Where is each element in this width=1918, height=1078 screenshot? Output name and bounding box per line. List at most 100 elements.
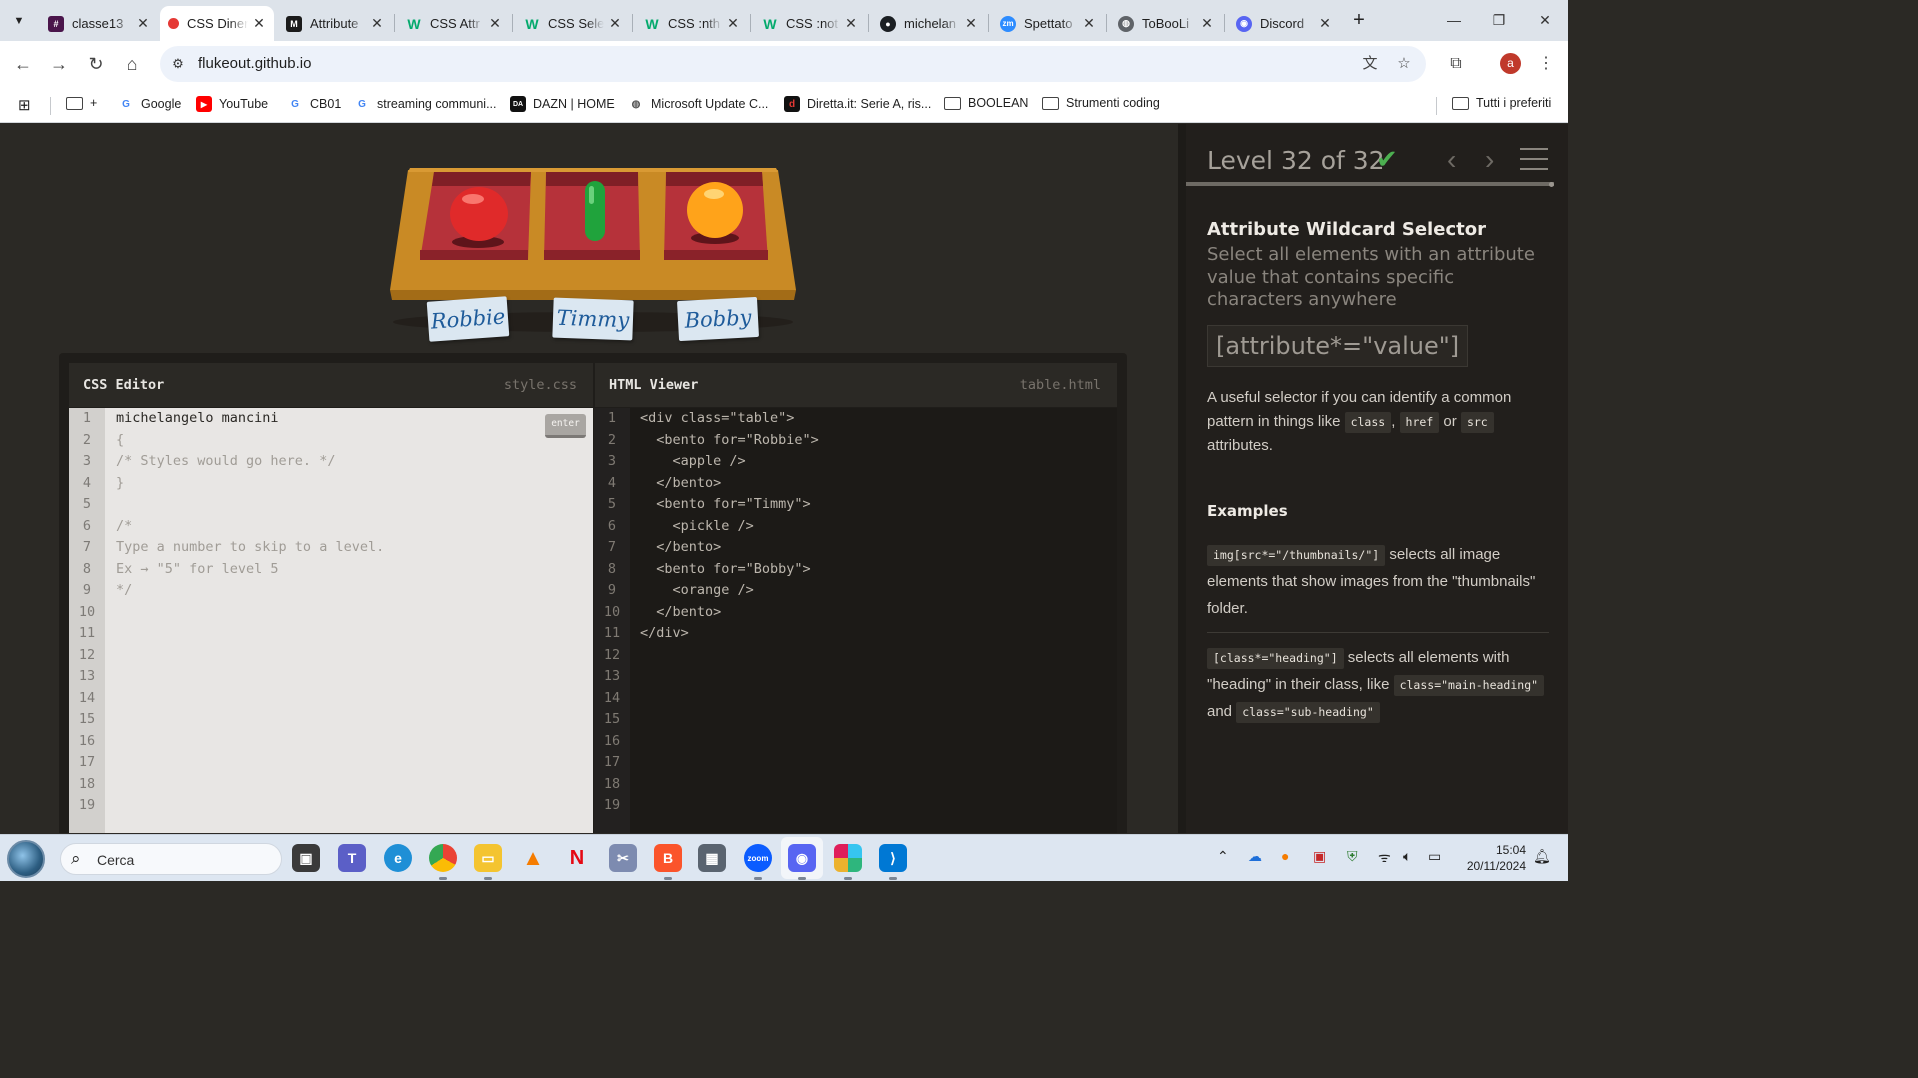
html-code-line[interactable]: <bento for="Bobby"> [640, 559, 819, 581]
html-code-line[interactable]: </bento> [640, 473, 819, 495]
bookmark-strumenti-coding[interactable]: Strumenti coding [1042, 96, 1160, 110]
teams-icon[interactable]: T [338, 844, 366, 872]
bookmark-youtube[interactable]: ▶ YouTube [196, 96, 268, 112]
bookmark-star-icon[interactable]: ☆ [1394, 54, 1414, 74]
html-code-line[interactable]: <orange /> [640, 580, 819, 602]
close-icon[interactable]: ✕ [608, 15, 622, 32]
security-icon[interactable]: ⛨ [1347, 848, 1358, 865]
edge-icon[interactable]: e [384, 844, 412, 872]
netflix-icon[interactable]: N [563, 844, 591, 872]
html-code-line[interactable]: <bento for="Robbie"> [640, 430, 819, 452]
brave-icon[interactable]: B [654, 844, 682, 880]
tab-search-button[interactable]: ▼ [6, 8, 32, 34]
html-code-line[interactable]: </div> [640, 623, 819, 645]
tab-attribute[interactable]: M Attribute ✕ [278, 6, 392, 41]
notifications-icon[interactable]: 🔔︎ [1533, 848, 1551, 865]
minimize-button[interactable]: — [1431, 6, 1477, 34]
bookmark-google[interactable]: G Google [118, 96, 181, 112]
close-icon[interactable]: ✕ [488, 15, 502, 32]
close-icon[interactable]: ✕ [844, 15, 858, 32]
site-info-icon[interactable]: ⚙ [170, 56, 186, 72]
all-bookmarks[interactable]: Tutti i preferiti [1452, 96, 1551, 110]
restore-button[interactable]: ❐ [1476, 6, 1522, 34]
css-code[interactable]: michelangelo mancini { /* Styles would g… [116, 408, 384, 602]
app-tray-icon[interactable]: ● [1281, 848, 1289, 864]
apps-icon[interactable]: ⊞ [18, 96, 31, 114]
new-tab-button[interactable]: + [1347, 9, 1371, 33]
html-code-line[interactable]: </bento> [640, 602, 819, 624]
enter-button[interactable]: enter [545, 414, 586, 438]
clock[interactable]: 15:04 20/11/2024 [1452, 842, 1526, 874]
tab-css-attr[interactable]: W CSS Attr ✕ [398, 6, 510, 41]
wifi-icon[interactable]: ᯤ [1378, 848, 1391, 867]
tab-css-not[interactable]: W CSS :not ✕ [754, 6, 866, 41]
chrome-icon[interactable] [429, 844, 457, 880]
bookmark-microsoft-update[interactable]: ◍ Microsoft Update C... [628, 96, 769, 112]
pickle-item[interactable] [585, 181, 605, 241]
next-level-icon[interactable]: › [1485, 144, 1494, 176]
level-menu-icon[interactable] [1520, 148, 1548, 170]
close-icon[interactable]: ✕ [370, 15, 384, 32]
html-code-line[interactable]: </bento> [640, 537, 819, 559]
translate-icon[interactable]: 文 [1360, 54, 1380, 74]
css-input-line[interactable]: michelangelo mancini [116, 408, 384, 430]
close-icon[interactable]: ✕ [136, 15, 150, 32]
tab-toboolli[interactable]: ◍ ToBooLi ✕ [1110, 6, 1222, 41]
level-progress-bar [1186, 182, 1554, 186]
vscode-icon[interactable]: ⟩ [879, 844, 907, 880]
bookmark-diretta[interactable]: d Diretta.it: Serie A, ris... [784, 96, 931, 112]
close-icon[interactable]: ✕ [726, 15, 740, 32]
tray-app-icon[interactable]: ▣ [1313, 848, 1326, 865]
tab-css-nth[interactable]: W CSS :nth ✕ [636, 6, 748, 41]
taskbar-search[interactable]: ⌕ Cerca [60, 843, 282, 875]
onedrive-icon[interactable]: ☁ [1248, 848, 1262, 865]
chevron-up-icon[interactable]: ⌃ [1217, 848, 1229, 865]
bookmark-folder-new[interactable]: + [66, 96, 97, 110]
reload-button[interactable]: ↻ [82, 50, 110, 78]
discord-icon[interactable]: ◉ [788, 844, 816, 880]
zoom-icon[interactable]: zoom [744, 844, 772, 880]
extensions-icon[interactable]: ⧉ [1443, 51, 1469, 77]
tab-spettato[interactable]: zm Spettato ✕ [992, 6, 1104, 41]
menu-dots-icon[interactable]: ⋮ [1533, 51, 1559, 77]
previous-level-icon[interactable]: ‹ [1447, 144, 1456, 176]
html-code-line[interactable]: <div class="table"> [640, 408, 819, 430]
html-code-line[interactable]: <bento for="Timmy"> [640, 494, 819, 516]
calculator-icon[interactable]: ▦ [698, 844, 726, 872]
close-window-button[interactable]: ✕ [1522, 6, 1568, 34]
task-view-icon[interactable]: ▣ [292, 844, 320, 872]
tab-title: Discord [1260, 16, 1305, 31]
start-button[interactable] [7, 840, 45, 878]
html-code-line[interactable]: <pickle /> [640, 516, 819, 538]
url-text[interactable]: flukeout.github.io [198, 55, 311, 72]
tab-classe13[interactable]: # classe13 ✕ [40, 6, 158, 41]
volume-icon[interactable]: 🔈︎ [1403, 848, 1411, 865]
tab-css-sele[interactable]: W CSS Sele ✕ [516, 6, 630, 41]
apple-item[interactable] [450, 187, 508, 248]
bookmark-dazn[interactable]: DA DAZN | HOME [510, 96, 615, 112]
forward-button[interactable]: → [45, 50, 73, 78]
bookmark-boolean[interactable]: BOOLEAN [944, 96, 1028, 110]
html-code-line[interactable]: <apple /> [640, 451, 819, 473]
profile-avatar[interactable]: a [1500, 53, 1521, 74]
close-icon[interactable]: ✕ [252, 15, 266, 32]
orange-item[interactable] [687, 182, 743, 244]
tab-discord[interactable]: ◉ Discord ✕ [1228, 6, 1340, 41]
file-explorer-icon[interactable]: ▭ [474, 844, 502, 880]
snipping-tool-icon[interactable]: ✂ [609, 844, 637, 872]
tab-css-diner[interactable]: CSS Diner ✕ [160, 6, 274, 41]
slack-icon[interactable] [834, 844, 862, 880]
bookmark-cb01[interactable]: G CB01 [287, 96, 341, 112]
close-icon[interactable]: ✕ [1318, 15, 1332, 32]
back-button[interactable]: ← [9, 50, 37, 78]
css-diner-page: Robbie Timmy Bobby CSS Editor style.css … [0, 124, 1568, 833]
tab-github[interactable]: ● michelan ✕ [872, 6, 986, 41]
home-button[interactable]: ⌂ [118, 50, 146, 78]
close-icon[interactable]: ✕ [1082, 15, 1096, 32]
close-icon[interactable]: ✕ [964, 15, 978, 32]
close-icon[interactable]: ✕ [1200, 15, 1214, 32]
bookmark-streaming[interactable]: Gstreaming communi... [354, 96, 496, 112]
battery-icon[interactable]: ▭ [1428, 848, 1441, 865]
address-bar[interactable]: ⚙ flukeout.github.io 文 ☆ [160, 46, 1426, 82]
vlc-icon[interactable]: ▲ [519, 844, 547, 872]
